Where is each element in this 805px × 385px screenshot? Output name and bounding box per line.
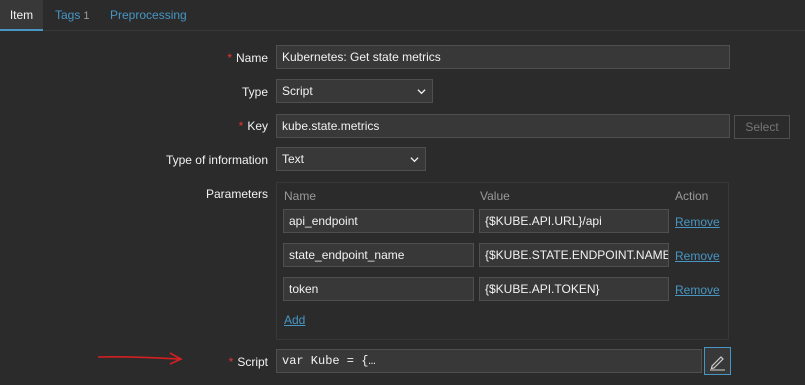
type-label: Type [241,85,268,99]
name-label: * Name [227,51,268,65]
tab-tags-label: Tags [55,8,81,22]
key-input[interactable]: kube.state.metrics [276,114,730,138]
key-select-button[interactable]: Select [734,115,790,139]
param-value-input[interactable]: {$KUBE.STATE.ENDPOINT.NAME} [479,243,669,267]
remove-link[interactable]: Remove [675,249,720,263]
required-mark: * [238,119,244,133]
type-of-information-select[interactable]: Text [276,147,426,171]
remove-link[interactable]: Remove [675,215,720,229]
type-of-information-value: Text [282,152,305,166]
param-value-input[interactable]: {$KUBE.API.URL}/api [479,209,669,233]
param-name-input[interactable]: token [283,277,474,301]
add-parameter-link[interactable]: Add [284,313,305,327]
parameters-label: Parameters [205,187,268,201]
pencil-icon [710,356,725,371]
tab-item[interactable]: Item [0,0,43,31]
type-of-information-label: Type of information [165,153,268,167]
column-header-value: Value [480,189,510,203]
tab-tags-count: 1 [83,10,90,22]
name-label-text: Name [235,51,268,65]
tab-bar: Item Tags 1 Preprocessing [0,0,805,31]
param-name-input[interactable]: state_endpoint_name [283,243,474,267]
tab-tags[interactable]: Tags 1 [55,0,89,31]
edit-script-button[interactable] [704,347,731,375]
column-header-action: Action [675,189,709,203]
script-input[interactable]: var Kube = {… [276,349,702,373]
required-mark: * [228,355,234,369]
script-label: * Script [229,355,268,369]
required-mark: * [227,51,232,65]
chevron-down-icon [410,157,419,163]
chevron-down-icon [417,89,426,95]
type-select-value: Script [282,84,313,98]
red-arrow-annotation [97,352,183,365]
key-label-text: Key [247,119,268,133]
script-label-text: Script [237,355,268,369]
param-name-input[interactable]: api_endpoint [283,209,474,233]
column-header-name: Name [284,189,317,203]
param-value-input[interactable]: {$KUBE.API.TOKEN} [479,277,669,301]
tab-preprocessing[interactable]: Preprocessing [110,0,187,31]
remove-link[interactable]: Remove [675,283,720,297]
key-label: * Key [239,119,268,133]
type-select[interactable]: Script [276,79,433,103]
name-input[interactable]: Kubernetes: Get state metrics [276,45,730,69]
